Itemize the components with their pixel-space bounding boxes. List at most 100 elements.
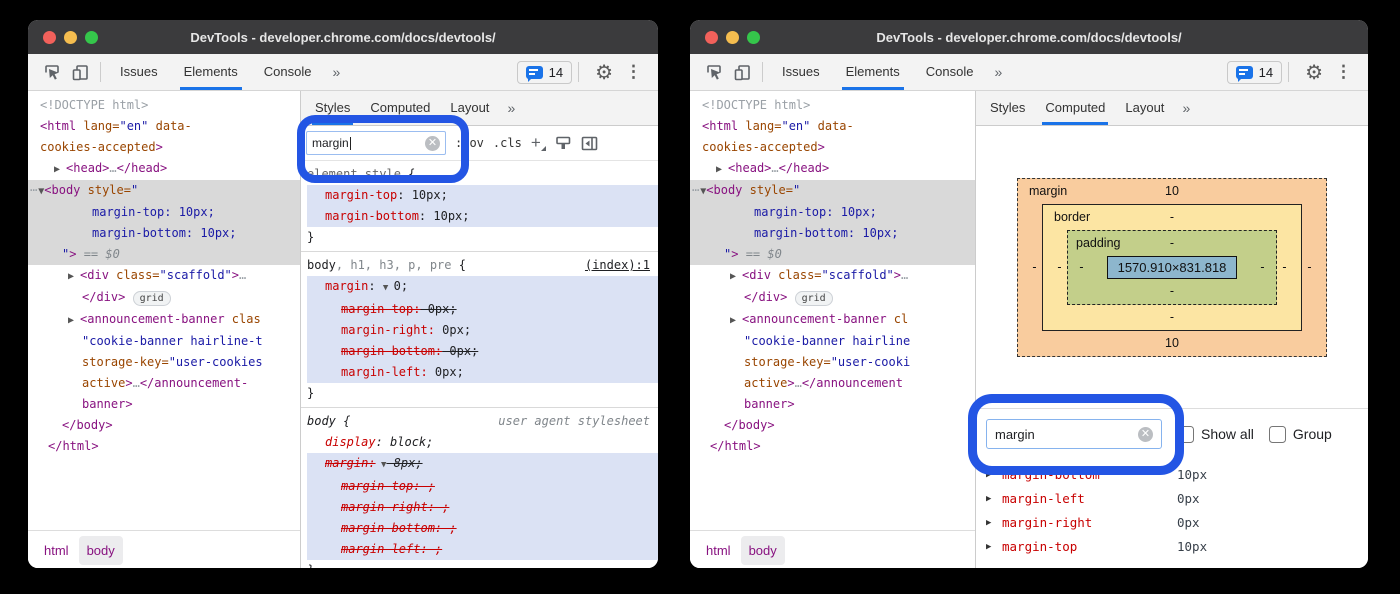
code-line[interactable]: margin-top: 10px; <box>307 185 658 206</box>
expand-arrow-icon[interactable]: ▶ <box>986 511 1002 535</box>
code-line[interactable]: banner> <box>690 394 975 415</box>
code-line[interactable]: </html> <box>690 436 975 457</box>
minimize-window-button[interactable] <box>726 31 739 44</box>
code-line[interactable]: </html> <box>28 436 300 457</box>
code-line[interactable]: <!DOCTYPE html> <box>28 95 300 116</box>
device-toolbar-icon[interactable] <box>728 58 756 86</box>
breadcrumb-body[interactable]: body <box>79 536 123 565</box>
code-line[interactable]: active>…</announcement <box>690 373 975 394</box>
code-line[interactable]: margin-bottom: 10px; <box>690 223 975 244</box>
code-line[interactable]: ▶ <announcement-banner cl <box>690 309 975 331</box>
rule-source-link[interactable]: user agent stylesheet <box>498 411 650 432</box>
close-window-button[interactable] <box>705 31 718 44</box>
computed-property-row[interactable]: ▶margin-right0px <box>986 511 1358 535</box>
code-line[interactable]: ⋯▼<body style=" <box>690 180 975 202</box>
code-line[interactable]: ▶ <head>…</head> <box>690 158 975 180</box>
expand-arrow-icon[interactable]: ▶ <box>986 487 1002 511</box>
code-line[interactable]: <html lang="en" data- <box>690 116 975 137</box>
code-line[interactable]: "> == $0 <box>690 244 975 265</box>
tab-layout[interactable]: Layout <box>440 91 499 125</box>
overflow-menu-icon[interactable]: ⋮ <box>619 62 648 82</box>
code-line[interactable]: margin-bottom: 10px; <box>28 223 300 244</box>
code-line[interactable]: margin-left: ; <box>307 539 658 560</box>
padding-bottom-value[interactable]: - <box>1170 284 1174 298</box>
toggle-class-button[interactable]: .cls <box>493 136 522 150</box>
code-line[interactable]: display: block; <box>307 432 658 453</box>
code-line[interactable]: ▶ <div class="scaffold">… <box>28 265 300 287</box>
overflow-menu-icon[interactable]: ⋮ <box>1329 62 1358 82</box>
tab-styles[interactable]: Styles <box>980 91 1035 125</box>
code-line[interactable]: ▶ <head>…</head> <box>28 158 300 180</box>
margin-top-value[interactable]: 10 <box>1165 184 1179 198</box>
code-line[interactable]: <html lang="en" data- <box>28 116 300 137</box>
margin-bottom-value[interactable]: 10 <box>1165 336 1179 350</box>
rule-source-link[interactable]: (index):1 <box>585 255 650 276</box>
clear-filter-icon[interactable]: ✕ <box>1138 427 1153 442</box>
computed-property-row[interactable]: ▶margin-left0px <box>986 487 1358 511</box>
border-left-value[interactable]: - <box>1052 260 1067 274</box>
code-line[interactable]: </body> <box>28 415 300 436</box>
settings-gear-icon[interactable]: ⚙ <box>1305 60 1323 85</box>
code-line[interactable]: margin-bottom: ; <box>307 518 658 539</box>
box-model-margin[interactable]: margin 10 - border - - <box>1017 178 1327 357</box>
settings-gear-icon[interactable]: ⚙ <box>595 60 613 85</box>
tab-styles[interactable]: Styles <box>305 91 360 125</box>
tab-issues[interactable]: Issues <box>107 54 171 90</box>
breadcrumb-html[interactable]: html <box>36 536 77 565</box>
code-line[interactable]: margin-left: 0px; <box>307 362 658 383</box>
clear-filter-icon[interactable]: ✕ <box>425 136 440 151</box>
code-line[interactable]: ▶ <announcement-banner clas <box>28 309 300 331</box>
inspect-element-icon[interactable] <box>38 58 66 86</box>
code-line[interactable]: </div> grid <box>690 287 975 309</box>
tab-issues[interactable]: Issues <box>769 54 833 90</box>
code-line[interactable]: active>…</announcement- <box>28 373 300 394</box>
tab-console[interactable]: Console <box>913 54 987 90</box>
tab-layout[interactable]: Layout <box>1115 91 1174 125</box>
code-line[interactable]: margin: ▼ 8px; <box>307 453 658 476</box>
group-checkbox[interactable] <box>1269 426 1286 443</box>
tab-elements[interactable]: Elements <box>833 54 913 90</box>
code-line[interactable]: margin-top: 10px; <box>690 202 975 223</box>
margin-right-value[interactable]: - <box>1302 260 1317 274</box>
expand-arrow-icon[interactable]: ▶ <box>986 463 1002 487</box>
close-window-button[interactable] <box>43 31 56 44</box>
window-titlebar[interactable]: DevTools - developer.chrome.com/docs/dev… <box>28 20 658 54</box>
box-model-content[interactable]: 1570.910×831.818 <box>1107 256 1238 279</box>
code-line[interactable]: storage-key="user-cookies <box>28 352 300 373</box>
code-line[interactable]: storage-key="user-cooki <box>690 352 975 373</box>
code-line[interactable]: ⋯▼<body style=" <box>28 180 300 202</box>
zoom-window-button[interactable] <box>747 31 760 44</box>
code-line[interactable]: "cookie-banner hairline-t <box>28 331 300 352</box>
inspect-element-icon[interactable] <box>700 58 728 86</box>
code-line[interactable]: } <box>307 560 658 568</box>
padding-right-value[interactable]: - <box>1255 260 1270 274</box>
more-panel-tabs-chevron[interactable]: » <box>1174 100 1198 116</box>
margin-left-value[interactable]: - <box>1027 260 1042 274</box>
code-line[interactable]: cookies-accepted> <box>690 137 975 158</box>
border-bottom-value[interactable]: - <box>1170 310 1174 324</box>
tab-elements[interactable]: Elements <box>171 54 251 90</box>
toggle-computed-sidebar-icon[interactable] <box>581 135 598 152</box>
more-panel-tabs-chevron[interactable]: » <box>499 100 523 116</box>
more-tabs-chevron[interactable]: » <box>986 64 1010 80</box>
computed-property-row[interactable]: ▶margin-bottom10px <box>986 463 1358 487</box>
styles-filter-input[interactable]: margin ✕ <box>306 131 446 155</box>
expand-arrow-icon[interactable]: ▶ <box>986 535 1002 559</box>
code-line[interactable]: margin-bottom: 10px; <box>307 206 658 227</box>
tab-computed[interactable]: Computed <box>1035 91 1115 125</box>
code-line[interactable]: margin-top: ; <box>307 476 658 497</box>
group-checkbox-wrap[interactable]: Group <box>1269 426 1332 443</box>
minimize-window-button[interactable] <box>64 31 77 44</box>
computed-filter-input[interactable]: margin ✕ <box>986 419 1162 449</box>
feedback-chat-button[interactable]: 14 <box>517 61 572 84</box>
new-style-rule-button[interactable]: + <box>531 133 546 153</box>
code-line[interactable]: "> == $0 <box>28 244 300 265</box>
code-line[interactable]: margin-top: 10px; <box>28 202 300 223</box>
toggle-hover-state-button[interactable]: :hov <box>455 136 484 150</box>
code-line[interactable]: } <box>307 227 658 248</box>
box-model-border[interactable]: border - - padding - <box>1042 204 1302 331</box>
breadcrumb-html[interactable]: html <box>698 536 739 565</box>
zoom-window-button[interactable] <box>85 31 98 44</box>
code-line[interactable]: margin-right: ; <box>307 497 658 518</box>
code-line[interactable]: margin-bottom: 0px; <box>307 341 658 362</box>
